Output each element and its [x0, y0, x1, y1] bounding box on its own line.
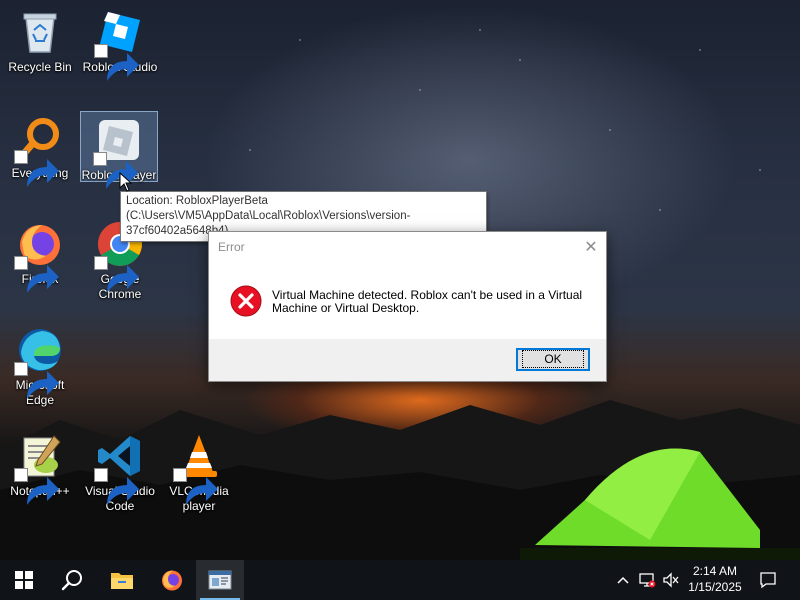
search-button[interactable] — [48, 560, 96, 600]
shortcut-arrow-icon — [14, 362, 59, 399]
system-clock[interactable]: 2:14 AM 1/15/2025 — [680, 563, 750, 595]
shortcut-arrow-icon — [173, 468, 218, 505]
edge-icon — [14, 326, 64, 399]
dialog-title: Error — [218, 240, 245, 254]
notification-icon — [760, 572, 776, 589]
firefox-icon — [14, 220, 64, 293]
roblox-player-icon — [93, 116, 143, 189]
clock-date: 1/15/2025 — [688, 580, 742, 594]
volume-muted-icon — [663, 572, 679, 588]
mouse-cursor-icon — [119, 172, 133, 192]
shortcut-arrow-icon — [14, 150, 59, 187]
desktop-icon-label: Recycle Bin — [8, 60, 72, 74]
shortcut-arrow-icon — [14, 256, 59, 293]
search-icon — [61, 570, 82, 591]
taskbar-roblox-app[interactable] — [196, 560, 244, 600]
desktop-icon-vlc-media-player[interactable]: VLC media player — [160, 428, 238, 514]
shortcut-arrow-icon — [94, 256, 139, 293]
ok-button[interactable]: OK — [516, 348, 590, 371]
error-icon — [230, 285, 262, 317]
everything-search-icon — [14, 114, 64, 187]
notepad-plus-plus-icon — [14, 432, 64, 505]
vlc-icon — [173, 432, 223, 505]
close-icon: ✕ — [584, 239, 598, 256]
desktop-icon-recycle-bin[interactable]: Recycle Bin — [1, 4, 79, 75]
desktop-icon-roblox-studio[interactable]: Roblox Studio — [81, 4, 159, 81]
desktop-icon-notepad-plus-plus[interactable]: Notepad++ — [1, 428, 79, 505]
action-center-button[interactable] — [752, 560, 784, 600]
roblox-studio-icon — [94, 8, 144, 81]
shortcut-arrow-icon — [14, 468, 59, 505]
shortcut-arrow-icon — [93, 152, 138, 189]
shortcut-arrow-icon — [94, 44, 139, 81]
roblox-app-icon — [208, 570, 232, 590]
volume-button[interactable] — [660, 560, 682, 600]
desktop-icon-everything[interactable]: Everything — [1, 110, 79, 187]
firefox-icon — [162, 570, 182, 591]
recycle-bin-icon — [16, 8, 64, 56]
start-icon — [15, 571, 33, 589]
dialog-body: Virtual Machine detected. Roblox can't b… — [209, 262, 606, 340]
taskbar-file-explorer[interactable] — [98, 560, 146, 600]
taskbar: 2:14 AM 1/15/2025 — [0, 560, 800, 600]
ok-button-label: OK — [522, 350, 584, 368]
dialog-message: Virtual Machine detected. Roblox can't b… — [272, 288, 583, 315]
taskbar-firefox[interactable] — [148, 560, 196, 600]
show-hidden-icons-button[interactable] — [612, 560, 634, 600]
network-icon — [639, 573, 656, 588]
desktop-icon-visual-studio-code[interactable]: Visual Studio Code — [81, 428, 159, 514]
dialog-titlebar[interactable]: Error ✕ — [209, 232, 606, 262]
clock-time: 2:14 AM — [692, 564, 738, 578]
chevron-up-icon — [617, 576, 629, 584]
desktop-icon-microsoft-edge[interactable]: Microsoft Edge — [1, 322, 79, 408]
start-button[interactable] — [0, 560, 48, 600]
vscode-icon — [94, 432, 144, 505]
file-explorer-icon — [111, 573, 133, 589]
error-dialog: Error ✕ Virtual Machine detected. Roblox… — [208, 231, 607, 382]
desktop-icon-firefox[interactable]: Firefox — [1, 216, 79, 293]
network-status-button[interactable] — [636, 560, 658, 600]
shortcut-arrow-icon — [94, 468, 139, 505]
close-button[interactable]: ✕ — [576, 232, 606, 262]
dialog-footer: OK — [209, 339, 606, 381]
